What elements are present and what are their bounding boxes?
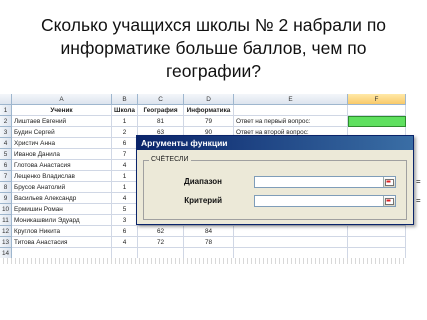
table-cell[interactable]: Моникашвили Эдуард xyxy=(12,215,112,226)
table-cell[interactable]: 6 xyxy=(112,226,138,237)
row-number[interactable]: 13 xyxy=(0,237,12,248)
table-cell[interactable]: 81 xyxy=(138,116,184,127)
select-all-corner[interactable] xyxy=(0,94,12,105)
row-number[interactable]: 10 xyxy=(0,204,12,215)
criteria-label: Критерий xyxy=(184,196,222,205)
table-cell[interactable]: 4 xyxy=(112,237,138,248)
table-row: 12 Круглов Никита 6 62 84 xyxy=(0,226,406,237)
table-cell[interactable]: Лещенко Владислав xyxy=(12,171,112,182)
range-label: Диапазон xyxy=(184,177,222,186)
table-cell[interactable]: 3 xyxy=(112,215,138,226)
table-cell[interactable]: 4 xyxy=(112,193,138,204)
table-cell[interactable]: 2 xyxy=(112,127,138,138)
table-cell[interactable]: 78 xyxy=(184,237,234,248)
collapse-dialog-icon[interactable] xyxy=(383,177,395,187)
table-cell[interactable]: 62 xyxy=(138,226,184,237)
table-cell[interactable]: Школа xyxy=(112,105,138,116)
answer-cell[interactable] xyxy=(348,116,406,127)
row-number[interactable]: 7 xyxy=(0,171,12,182)
table-cell[interactable]: Глотова Анастасия xyxy=(12,160,112,171)
table-cell[interactable]: 79 xyxy=(184,116,234,127)
column-header[interactable]: E xyxy=(234,94,348,105)
slide-title-line: Сколько учащихся школы № 2 набрали по xyxy=(40,15,387,35)
row-number[interactable]: 11 xyxy=(0,215,12,226)
row-number[interactable]: 4 xyxy=(0,138,12,149)
column-header-selected[interactable]: F xyxy=(348,94,406,105)
row-number[interactable]: 8 xyxy=(0,182,12,193)
function-name: СЧЁТЕСЛИ xyxy=(149,156,191,163)
row-number[interactable]: 9 xyxy=(0,193,12,204)
table-cell[interactable]: 1 xyxy=(112,116,138,127)
table-cell[interactable]: Ответ на первый вопрос: xyxy=(234,116,348,127)
function-arguments-dialog: Аргументы функции СЧЁТЕСЛИ Диапазон Крит… xyxy=(136,135,414,225)
table-cell[interactable]: Информатика xyxy=(184,105,234,116)
slide-title-line: географии? xyxy=(166,61,261,81)
table-cell[interactable] xyxy=(348,105,406,116)
row-number[interactable]: 5 xyxy=(0,149,12,160)
table-cell[interactable] xyxy=(348,237,406,248)
torn-edge xyxy=(0,258,406,264)
row-number[interactable]: 3 xyxy=(0,127,12,138)
row-number[interactable]: 12 xyxy=(0,226,12,237)
column-header[interactable]: A xyxy=(12,94,112,105)
row-number[interactable]: 2 xyxy=(0,116,12,127)
table-cell[interactable]: 6 xyxy=(112,138,138,149)
slide-title-line: информатике больше баллов, чем по xyxy=(60,38,367,58)
table-cell[interactable]: 5 xyxy=(112,204,138,215)
function-group: СЧЁТЕСЛИ Диапазон Критерий xyxy=(143,156,407,220)
table-cell[interactable]: 7 xyxy=(112,149,138,160)
table-cell[interactable] xyxy=(234,237,348,248)
table-cell[interactable]: 1 xyxy=(112,182,138,193)
table-cell[interactable]: География xyxy=(138,105,184,116)
table-cell[interactable]: 1 xyxy=(112,171,138,182)
column-header[interactable]: D xyxy=(184,94,234,105)
table-cell[interactable]: Ермишин Роман xyxy=(12,204,112,215)
table-row: 2 Лиштаев Евгений 1 81 79 Ответ на первый воп… xyxy=(0,116,406,127)
slide-title: Сколько учащихся школы № 2 набрали по ин… xyxy=(8,14,419,83)
row-number[interactable]: 6 xyxy=(0,160,12,171)
table-cell[interactable] xyxy=(234,226,348,237)
table-cell[interactable]: Будин Сергей xyxy=(12,127,112,138)
table-cell[interactable]: Брусов Анатолий xyxy=(12,182,112,193)
table-cell[interactable] xyxy=(234,105,348,116)
column-header[interactable]: C xyxy=(138,94,184,105)
row-number[interactable]: 1 xyxy=(0,105,12,116)
table-cell[interactable]: Круглов Никита xyxy=(12,226,112,237)
table-row: 13 Титова Анастасия 4 72 78 xyxy=(0,237,406,248)
criteria-result: = xyxy=(416,196,421,205)
table-row: 1 Ученик Школа География Информатика xyxy=(0,105,406,116)
column-headers: A B C D E F xyxy=(0,94,406,105)
dialog-title[interactable]: Аргументы функции xyxy=(137,136,413,150)
column-header[interactable]: B xyxy=(112,94,138,105)
table-cell[interactable]: Титова Анастасия xyxy=(12,237,112,248)
criteria-input[interactable] xyxy=(254,195,396,207)
table-cell[interactable]: 72 xyxy=(138,237,184,248)
table-cell[interactable]: Иванов Данила xyxy=(12,149,112,160)
table-cell[interactable]: Ученик xyxy=(12,105,112,116)
table-cell[interactable]: Христич Анна xyxy=(12,138,112,149)
table-cell[interactable]: Лиштаев Евгений xyxy=(12,116,112,127)
range-input[interactable] xyxy=(254,176,396,188)
range-result: = xyxy=(416,177,421,186)
table-cell[interactable]: 84 xyxy=(184,226,234,237)
table-cell[interactable] xyxy=(348,226,406,237)
table-cell[interactable]: Васильев Александр xyxy=(12,193,112,204)
collapse-dialog-icon[interactable] xyxy=(383,196,395,206)
table-cell[interactable]: 4 xyxy=(112,160,138,171)
